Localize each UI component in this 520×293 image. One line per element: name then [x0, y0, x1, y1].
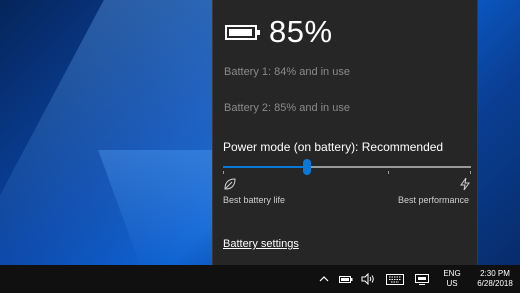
- input-language-button[interactable]: ENG US: [441, 265, 463, 293]
- battery-icon: [339, 275, 353, 283]
- bolt-icon: [460, 177, 470, 191]
- slider-thumb[interactable]: [303, 159, 311, 175]
- language-code: ENG: [443, 269, 461, 278]
- slider-tick: [223, 171, 224, 174]
- battery-header: 85%: [225, 14, 333, 50]
- clock-time: 2:30 PM: [480, 269, 510, 278]
- taskbar: ENG US 2:30 PM 6/28/2018: [0, 265, 520, 293]
- chevron-up-icon: [319, 276, 329, 282]
- volume-icon: [361, 273, 374, 285]
- keyboard-icon: [386, 273, 404, 285]
- best-battery-life-label: Best battery life: [223, 195, 286, 205]
- clock-date: 6/28/2018: [477, 279, 513, 288]
- language-region: US: [446, 279, 458, 288]
- best-performance-label: Best performance: [397, 195, 469, 205]
- battery-icon: [225, 24, 260, 40]
- tray-battery-button[interactable]: [338, 265, 354, 293]
- battery-1-status: Battery 1: 84% and in use: [224, 66, 350, 78]
- battery-flyout: 85% Battery 1: 84% and in use Battery 2:…: [212, 0, 478, 265]
- slider-tick: [470, 171, 471, 174]
- clock-button[interactable]: 2:30 PM 6/28/2018: [470, 265, 520, 293]
- tray-volume-button[interactable]: [359, 265, 377, 293]
- battery-settings-link[interactable]: Battery settings: [223, 238, 299, 250]
- display-button[interactable]: [414, 265, 430, 293]
- leaf-icon: [224, 178, 236, 190]
- touch-keyboard-button[interactable]: [384, 265, 406, 293]
- battery-percent: 85%: [269, 14, 333, 49]
- battery-2-status: Battery 2: 85% and in use: [224, 102, 350, 114]
- power-mode-slider[interactable]: [223, 159, 471, 175]
- slider-track-fill: [223, 166, 307, 168]
- show-hidden-icons-button[interactable]: [317, 265, 331, 293]
- slider-tick: [388, 171, 389, 174]
- screen-icon: [415, 273, 429, 285]
- power-mode-label: Power mode (on battery): Recommended: [223, 140, 444, 154]
